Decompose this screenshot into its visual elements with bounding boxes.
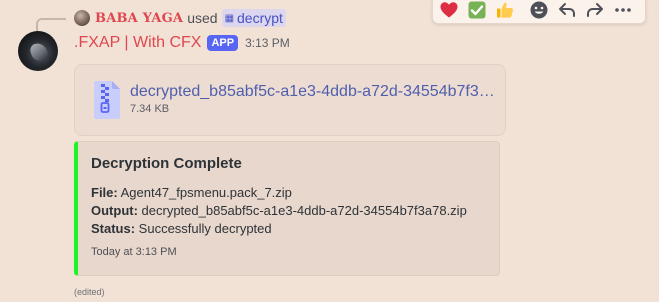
embed-field-output: Output: decrypted_b85abf5c-a1e3-4ddb-a72…: [91, 202, 467, 220]
add-reaction-button[interactable]: [527, 0, 551, 22]
reply-used-text: used: [187, 10, 218, 26]
reply-arrow-icon: [559, 3, 575, 17]
forward-arrow-icon: [587, 3, 603, 17]
ellipsis-icon: [615, 8, 631, 12]
check-mark-reaction-button[interactable]: [465, 0, 489, 22]
thumbs-up-icon: [497, 2, 513, 18]
message-actions-toolbar: [432, 0, 646, 24]
reply-username[interactable]: BABA YAGA: [95, 11, 183, 26]
author-username[interactable]: .FXAP | With CFX: [74, 34, 201, 52]
reply-button[interactable]: [555, 0, 579, 22]
avatar-figure: [28, 40, 50, 64]
heart-icon: [440, 2, 458, 18]
embed-card: Decryption Complete File: Agent47_fpsmen…: [74, 141, 500, 276]
field-value: Agent47_fpsmenu.pack_7.zip: [117, 185, 292, 200]
zip-file-icon: [94, 81, 120, 119]
embed-title: Decryption Complete: [91, 155, 242, 172]
embed-field-status: Status: Successfully decrypted: [91, 220, 467, 238]
embed-footer-timestamp: Today at 3:13 PM: [91, 246, 177, 258]
forward-button[interactable]: [583, 0, 607, 22]
embed-field-file: File: Agent47_fpsmenu.pack_7.zip: [91, 184, 467, 202]
field-label: File:: [91, 185, 118, 200]
message-header: .FXAP | With CFX APP 3:13 PM: [74, 34, 290, 52]
author-avatar[interactable]: [18, 31, 58, 71]
slash-command-name: decrypt: [237, 10, 283, 26]
edited-indicator: (edited): [74, 287, 105, 297]
attachment-file-size: 7.34 KB: [130, 103, 170, 115]
interaction-reference[interactable]: BABA YAGA used ▦ decrypt: [74, 9, 286, 27]
field-label: Output:: [91, 203, 138, 218]
reply-user-avatar[interactable]: [74, 10, 90, 26]
message-timestamp[interactable]: 3:13 PM: [245, 36, 290, 50]
slash-command-icon: ▦: [224, 12, 235, 24]
attachment-filename-link[interactable]: decrypted_b85abf5c-a1e3-4ddb-a72d-34554b…: [130, 83, 498, 101]
embed-description: File: Agent47_fpsmenu.pack_7.zip Output:…: [91, 184, 467, 238]
app-badge: APP: [207, 35, 239, 51]
more-options-button[interactable]: [611, 0, 635, 22]
thumbs-up-reaction-button[interactable]: [493, 0, 517, 22]
reply-spine-line: [36, 18, 66, 32]
field-value: Successfully decrypted: [135, 221, 272, 236]
file-attachment: decrypted_b85abf5c-a1e3-4ddb-a72d-34554b…: [74, 64, 506, 136]
field-value: decrypted_b85abf5c-a1e3-4ddb-a72d-34554b…: [137, 203, 467, 218]
heart-reaction-button[interactable]: [437, 0, 461, 22]
smiley-add-reaction-icon: [530, 1, 548, 19]
check-mark-icon: [468, 1, 486, 19]
field-label: Status:: [91, 221, 136, 236]
slash-command-chip[interactable]: ▦ decrypt: [221, 9, 286, 27]
